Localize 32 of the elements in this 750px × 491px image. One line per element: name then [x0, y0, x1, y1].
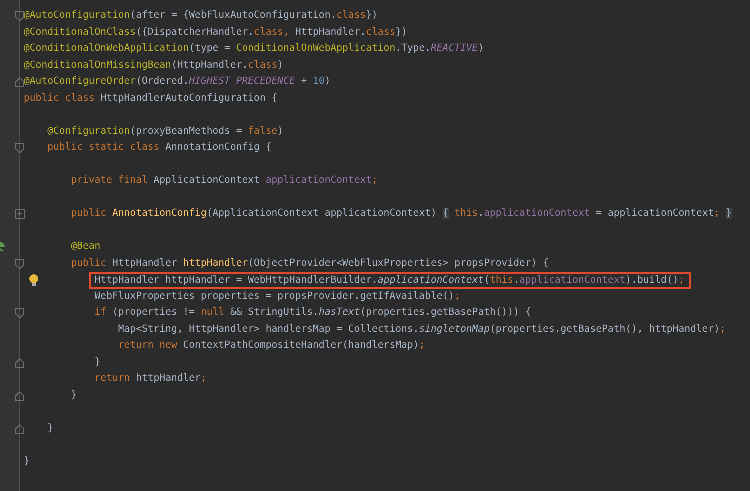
fold-icon[interactable]	[15, 77, 25, 88]
code-line: @ConditionalOnClass({DispatcherHandler.class, HttpHandler.class})	[24, 26, 408, 38]
code-line: }	[46, 422, 54, 434]
code-line: WebFluxProperties properties = propsProvider.getIfAvailable();	[94, 290, 460, 302]
code-line: @AutoConfiguration(after = {WebFluxAutoConfiguration.class})	[24, 10, 378, 21]
code-line: @ConditionalOnMissingBean(HttpHandler.class)	[24, 60, 284, 70]
code-line: public HttpHandler httpHandler(ObjectProvider<WebFluxProperties> propsProvider) {	[70, 258, 549, 268]
code-line: public class HttpHandlerAutoConfiguration {	[24, 92, 278, 104]
code-line: public static class AnnotationConfig {	[46, 142, 272, 153]
code-line: Map<String, HttpHandler> handlersMap = Collections.singletonMap(properties.getBasePath(), httpHandler);	[117, 324, 726, 334]
lightbulb-icon[interactable]	[29, 274, 39, 287]
code-line: @ConditionalOnWebApplication(type = ConditionalOnWebApplication.Type.REACTIVE)	[24, 43, 484, 54]
code-line: }	[24, 456, 30, 466]
code-line: }	[94, 356, 101, 368]
code-line: @AutoConfigureOrder(Ordered.HIGHEST_PRECEDENCE + 10)	[24, 76, 331, 87]
fold-icon[interactable]	[15, 11, 25, 22]
code-line: return new ContextPathCompositeHandler(handlersMap);	[117, 340, 426, 351]
code-line: return httpHandler;	[94, 373, 207, 384]
code-line: private final ApplicationContext applicationContext;	[70, 175, 378, 186]
code-line: if (properties != null && StringUtils.hasText(properties.getBasePath())) {	[94, 307, 532, 318]
arc-icon[interactable]	[0, 241, 6, 253]
code-line: @Bean	[70, 241, 101, 252]
fold-icon[interactable]	[15, 424, 25, 434]
fold-icon[interactable]	[15, 390, 25, 402]
fold-icon[interactable]	[15, 143, 25, 154]
fold-icon[interactable]	[15, 258, 25, 270]
code-line: @Configuration(proxyBeanMethods = false)	[46, 126, 284, 136]
code-line: }	[70, 390, 78, 400]
code-line: public AnnotationConfig(ApplicationContext applicationContext) { this.applicationContext = applicationContext; }	[70, 208, 732, 219]
fold-icon[interactable]	[15, 358, 25, 368]
fold-icon[interactable]	[15, 308, 25, 319]
expand-icon[interactable]	[15, 209, 25, 219]
